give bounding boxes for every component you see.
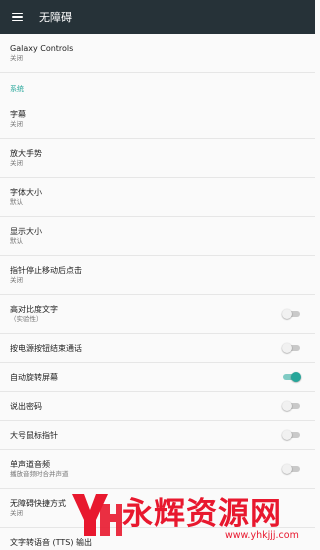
setting-title: 显示大小: [10, 227, 42, 236]
navigation-menu-button[interactable]: [0, 0, 34, 34]
setting-large-mouse-pointer[interactable]: 大号鼠标指针: [0, 421, 315, 450]
setting-title: 文字转语音 (TTS) 输出: [10, 537, 93, 547]
setting-summary: 关闭: [10, 54, 23, 62]
setting-auto-rotate-screen[interactable]: 自动旋转屏幕: [0, 363, 315, 392]
settings-list: Galaxy Controls 关闭 系统 字幕 关闭 放大手势 关闭 字体大小…: [0, 34, 315, 550]
setting-title: 字幕: [10, 110, 26, 119]
setting-captions[interactable]: 字幕 关闭: [0, 100, 315, 139]
setting-power-button-ends-call[interactable]: 按电源按钮结束通话: [0, 334, 315, 363]
setting-mono-audio[interactable]: 单声道音频 播放音频时合并声道: [0, 450, 315, 489]
category-header-system: 系统: [0, 73, 315, 100]
setting-accessibility-shortcut[interactable]: 无障碍快捷方式 关闭: [0, 489, 315, 528]
setting-summary: 默认: [10, 198, 23, 206]
speak-passwords-toggle[interactable]: [282, 400, 301, 412]
setting-summary: （实验性）: [10, 315, 43, 323]
setting-summary: 关闭: [10, 276, 23, 284]
setting-click-after-pointer-stops[interactable]: 指针停止移动后点击 关闭: [0, 256, 315, 295]
auto-rotate-toggle[interactable]: [282, 371, 301, 383]
setting-display-size[interactable]: 显示大小 默认: [0, 217, 315, 256]
setting-title: 字体大小: [10, 188, 42, 197]
large-pointer-toggle[interactable]: [282, 429, 301, 441]
setting-speak-passwords[interactable]: 说出密码: [0, 392, 315, 421]
setting-title: 单声道音频: [10, 460, 50, 469]
setting-title: 放大手势: [10, 149, 42, 158]
power-ends-call-toggle[interactable]: [282, 342, 301, 354]
setting-title: 大号鼠标指针: [10, 430, 58, 440]
setting-title: 无障碍快捷方式: [10, 499, 66, 508]
setting-title: 自动旋转屏幕: [10, 372, 58, 382]
page-title: 无障碍: [39, 11, 72, 24]
setting-title: 高对比度文字: [10, 305, 58, 314]
setting-title: 按电源按钮结束通话: [10, 343, 82, 353]
setting-summary: 默认: [10, 237, 23, 245]
mono-audio-toggle[interactable]: [282, 463, 301, 475]
setting-galaxy-controls[interactable]: Galaxy Controls 关闭: [0, 34, 315, 73]
setting-title: 说出密码: [10, 401, 42, 411]
setting-text-to-speech-output[interactable]: 文字转语音 (TTS) 输出: [0, 528, 315, 550]
setting-font-size[interactable]: 字体大小 默认: [0, 178, 315, 217]
setting-summary: 关闭: [10, 120, 23, 128]
setting-summary: 关闭: [10, 509, 23, 517]
app-toolbar: 无障碍: [0, 0, 315, 34]
setting-magnification-gestures[interactable]: 放大手势 关闭: [0, 139, 315, 178]
high-contrast-toggle[interactable]: [282, 308, 301, 320]
setting-title: Galaxy Controls: [10, 44, 74, 53]
setting-summary: 播放音频时合并声道: [10, 470, 69, 478]
setting-summary: 关闭: [10, 159, 23, 167]
setting-high-contrast-text[interactable]: 高对比度文字 （实验性）: [0, 295, 315, 334]
setting-title: 指针停止移动后点击: [10, 266, 82, 275]
category-label: 系统: [10, 84, 24, 93]
hamburger-menu-icon: [11, 12, 23, 22]
